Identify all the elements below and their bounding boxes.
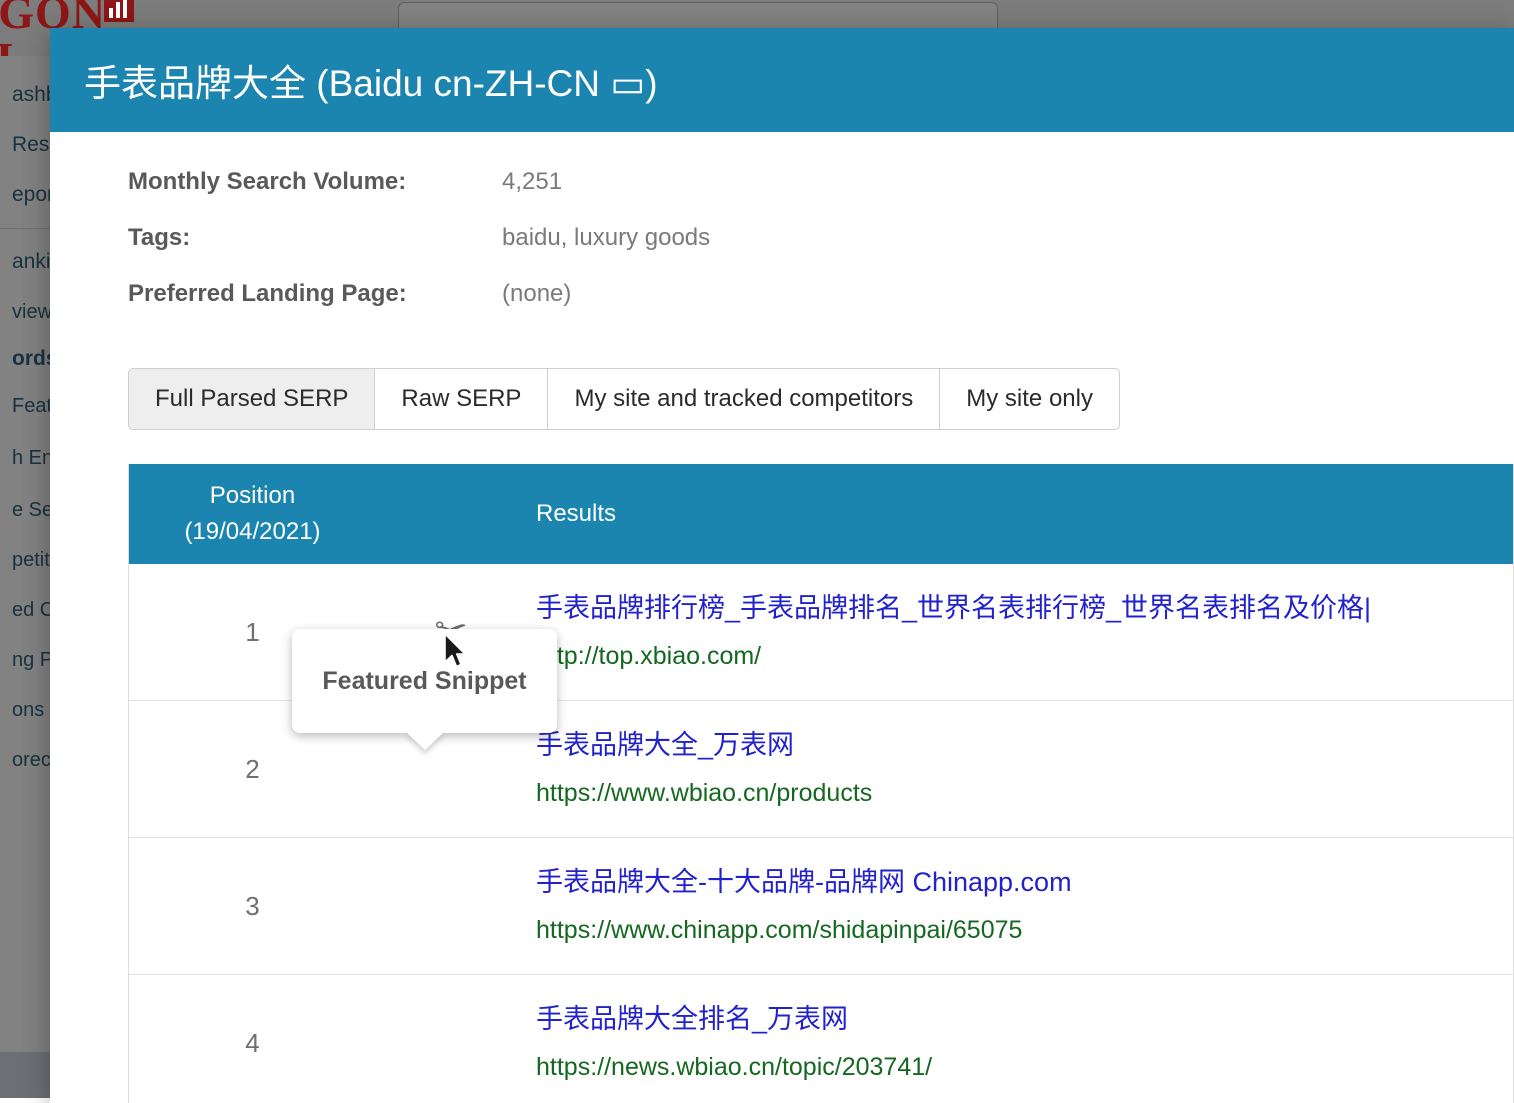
metadata-label: Tags: (128, 224, 502, 252)
tab-my-site-and-tracked-competitors[interactable]: My site and tracked competitors (547, 368, 939, 430)
cell-position: 4 (129, 1028, 376, 1059)
sidebar-item-label: e Se (12, 499, 53, 521)
metadata-row-search-volume: Monthly Search Volume: 4,251 (128, 168, 1514, 224)
metadata-value: baidu, luxury goods (502, 224, 710, 252)
serp-results-table: Position (19/04/2021) Results 1 ✂ 手表品牌排行… (128, 464, 1514, 1103)
column-header-results[interactable]: Results (526, 500, 616, 528)
chart-bars-icon (104, 0, 134, 22)
tab-label: Full Parsed SERP (155, 385, 348, 413)
table-header-row: Position (19/04/2021) Results (129, 464, 1513, 564)
tab-full-parsed-serp[interactable]: Full Parsed SERP (128, 368, 374, 430)
result-title-link[interactable]: 手表品牌大全-十大品牌-品牌网 Chinapp.com (536, 862, 1513, 902)
metadata-row-tags: Tags: baidu, luxury goods (128, 224, 1514, 280)
cell-result: 手表品牌大全-十大品牌-品牌网 Chinapp.com https://www.… (526, 862, 1513, 950)
keyword-metadata: Monthly Search Volume: 4,251 Tags: baidu… (128, 168, 1514, 336)
result-url[interactable]: https://www.wbiao.cn/products (536, 773, 1513, 813)
cell-position: 3 (129, 891, 376, 922)
result-url[interactable]: https://news.wbiao.cn/topic/203741/ (536, 1047, 1513, 1087)
tab-label: My site only (966, 385, 1093, 413)
sidebar-item-label: Feat (12, 395, 52, 417)
modal-title: 手表品牌大全 (Baidu cn-ZH-CN ▭) (84, 53, 658, 107)
column-header-position[interactable]: Position (19/04/2021) (129, 478, 376, 550)
metadata-value: 4,251 (502, 168, 562, 196)
modal-header: 手表品牌大全 (Baidu cn-ZH-CN ▭) (50, 28, 1514, 132)
sidebar-item-label: anki (12, 250, 51, 273)
result-url[interactable]: https://www.chinapp.com/shidapinpai/6507… (536, 910, 1513, 950)
metadata-label: Preferred Landing Page: (128, 280, 502, 308)
modal-body: Monthly Search Volume: 4,251 Tags: baidu… (50, 168, 1514, 1103)
tab-label: My site and tracked competitors (574, 385, 913, 413)
result-title-link[interactable]: 手表品牌大全排名_万表网 (536, 999, 1513, 1039)
table-row[interactable]: 4 手表品牌大全排名_万表网 https://news.wbiao.cn/top… (129, 975, 1513, 1103)
sidebar-item-label: ons (12, 699, 44, 721)
metadata-row-preferred-landing-page: Preferred Landing Page: (none) (128, 280, 1514, 336)
column-header-position-date: (19/04/2021) (129, 514, 376, 550)
sidebar-item-label: epor (12, 183, 54, 206)
metadata-label: Monthly Search Volume: (128, 168, 502, 196)
result-title-link[interactable]: 手表品牌排行榜_手表品牌排名_世界名表排行榜_世界名表排名及价格| (536, 588, 1513, 628)
cell-result: 手表品牌大全排名_万表网 https://news.wbiao.cn/topic… (526, 999, 1513, 1087)
metadata-value: (none) (502, 280, 571, 308)
tooltip-arrow (406, 732, 444, 750)
sidebar-item-label: ed C (12, 599, 54, 621)
sidebar-item-label: view (12, 301, 52, 323)
sidebar-item-label: ng P (12, 649, 53, 671)
serp-view-tabs: Full Parsed SERP Raw SERP My site and tr… (128, 368, 1514, 430)
result-title-link[interactable]: 手表品牌大全_万表网 (536, 725, 1513, 765)
tab-raw-serp[interactable]: Raw SERP (374, 368, 547, 430)
column-header-position-label: Position (210, 482, 295, 509)
keyword-serp-modal: 手表品牌大全 (Baidu cn-ZH-CN ▭) Monthly Search… (50, 28, 1514, 1103)
featured-snippet-tooltip: Featured Snippet (292, 629, 557, 733)
result-url[interactable]: http://top.xbiao.com/ (536, 636, 1513, 676)
tooltip-label: Featured Snippet (322, 667, 526, 696)
tab-my-site-only[interactable]: My site only (939, 368, 1120, 430)
cell-position: 2 (129, 754, 376, 785)
cell-result: 手表品牌大全_万表网 https://www.wbiao.cn/products (526, 725, 1513, 813)
cell-result: 手表品牌排行榜_手表品牌排名_世界名表排行榜_世界名表排名及价格| http:/… (526, 588, 1513, 676)
table-row[interactable]: 3 手表品牌大全-十大品牌-品牌网 Chinapp.com https://ww… (129, 838, 1513, 975)
tab-label: Raw SERP (401, 385, 521, 413)
